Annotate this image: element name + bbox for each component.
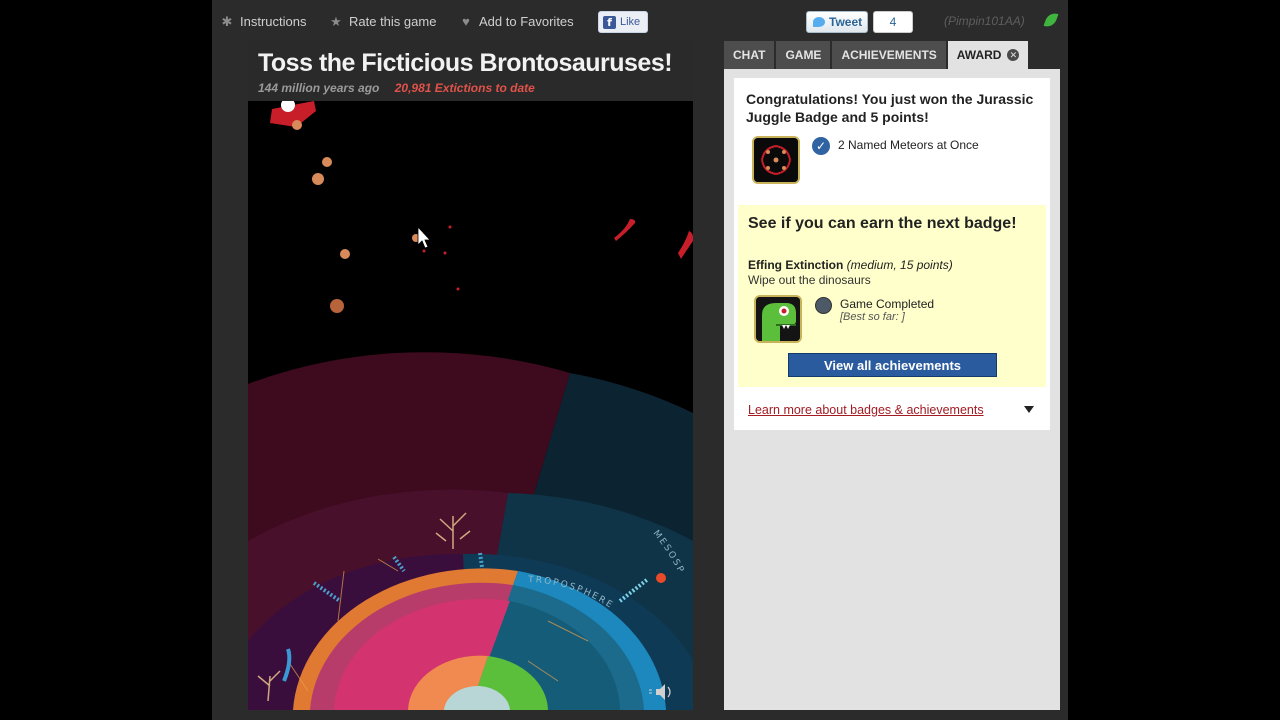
debris xyxy=(448,225,452,229)
meteor-trail xyxy=(678,231,693,259)
chevron-down-icon[interactable] xyxy=(1024,406,1034,413)
pending-status-icon xyxy=(815,297,832,314)
tweet-label: Tweet xyxy=(829,15,863,29)
view-all-achievements-button[interactable]: View all achievements xyxy=(788,353,997,377)
jurassic-juggle-badge-icon xyxy=(752,136,800,184)
star-icon: ★ xyxy=(330,13,342,29)
facebook-icon: f xyxy=(603,15,616,29)
planet: TROPOSPHERE MESOSP xyxy=(248,352,693,710)
tab-award-label: AWARD xyxy=(956,48,1002,62)
meteor[interactable] xyxy=(330,299,344,313)
debris xyxy=(456,287,460,291)
debris xyxy=(422,249,426,253)
tab-chat[interactable]: CHAT xyxy=(724,41,775,69)
tab-achievements[interactable]: ACHIEVEMENTS xyxy=(832,41,946,69)
meteor-cluster xyxy=(270,101,316,130)
like-label: Like xyxy=(620,16,641,28)
meteor[interactable] xyxy=(322,157,332,167)
panel-tabs: CHAT GAME ACHIEVEMENTS AWARD ✕ xyxy=(724,41,1060,69)
next-badge-heading: See if you can earn the next badge! xyxy=(748,215,1017,232)
next-badge-box: See if you can earn the next badge! Effi… xyxy=(738,205,1046,387)
top-bar: ✱ Instructions ★ Rate this game ♥ Add to… xyxy=(212,0,1068,40)
game-scene[interactable]: TROPOSPHERE MESOSP xyxy=(248,101,693,710)
next-badge-title: Effing Extinction xyxy=(748,258,844,272)
era-label: 144 million years ago xyxy=(258,81,380,95)
heart-icon: ♥ xyxy=(462,13,470,29)
meteor-trail xyxy=(614,219,636,241)
checkmark-icon: ✓ xyxy=(812,137,830,155)
username[interactable]: (Pimpin101AA) xyxy=(944,14,1025,28)
next-criterion: Game Completed xyxy=(840,297,935,311)
meteor[interactable] xyxy=(312,173,324,185)
award-card: Congratulations! You just won the Jurass… xyxy=(734,78,1050,430)
game-status: 144 million years ago 20,981 Extictions … xyxy=(258,81,535,95)
extinction-count: 20,981 Extictions to date xyxy=(394,81,535,95)
add-favorites-label: Add to Favorites xyxy=(479,13,574,29)
debris xyxy=(443,251,447,255)
side-panel: CHAT GAME ACHIEVEMENTS AWARD ✕ Congratul… xyxy=(724,41,1060,710)
next-badge-meta: (medium, 15 points) xyxy=(846,258,953,272)
gear-icon: ✱ xyxy=(221,13,233,29)
game-header: Toss the Ficticious Brontosauruses! 144 … xyxy=(248,41,693,101)
meteor[interactable] xyxy=(340,249,350,259)
close-icon[interactable]: ✕ xyxy=(1007,49,1020,61)
instructions-label: Instructions xyxy=(240,13,307,29)
effing-extinction-badge-icon xyxy=(754,295,802,343)
facebook-like-button[interactable]: f Like xyxy=(598,11,648,33)
game-page-frame: ✱ Instructions ★ Rate this game ♥ Add to… xyxy=(212,0,1068,720)
next-badge-name: Effing Extinction (medium, 15 points) xyxy=(748,258,953,272)
game-canvas[interactable]: Toss the Ficticious Brontosauruses! 144 … xyxy=(248,41,693,710)
rate-game-label: Rate this game xyxy=(349,13,437,29)
add-favorites-link[interactable]: ♥ Add to Favorites xyxy=(459,13,574,29)
leaf-icon xyxy=(1043,10,1059,30)
learn-more-link[interactable]: Learn more about badges & achievements xyxy=(748,403,984,417)
best-so-far: [Best so far: ] xyxy=(840,311,905,323)
congratulations-message: Congratulations! You just won the Jurass… xyxy=(746,91,1034,125)
instructions-link[interactable]: ✱ Instructions xyxy=(220,13,307,29)
mouse-cursor-icon xyxy=(417,225,431,249)
rate-game-link[interactable]: ★ Rate this game xyxy=(329,13,436,29)
tweet-count: 4 xyxy=(873,11,913,33)
next-badge-description: Wipe out the dinosaurs xyxy=(748,273,871,287)
won-criterion: 2 Named Meteors at Once xyxy=(838,138,979,152)
tab-award[interactable]: AWARD ✕ xyxy=(947,41,1029,69)
game-title: Toss the Ficticious Brontosauruses! xyxy=(258,49,673,77)
tab-game[interactable]: GAME xyxy=(776,41,831,69)
twitter-bird-icon xyxy=(813,17,825,27)
tweet-button[interactable]: Tweet xyxy=(806,11,868,33)
